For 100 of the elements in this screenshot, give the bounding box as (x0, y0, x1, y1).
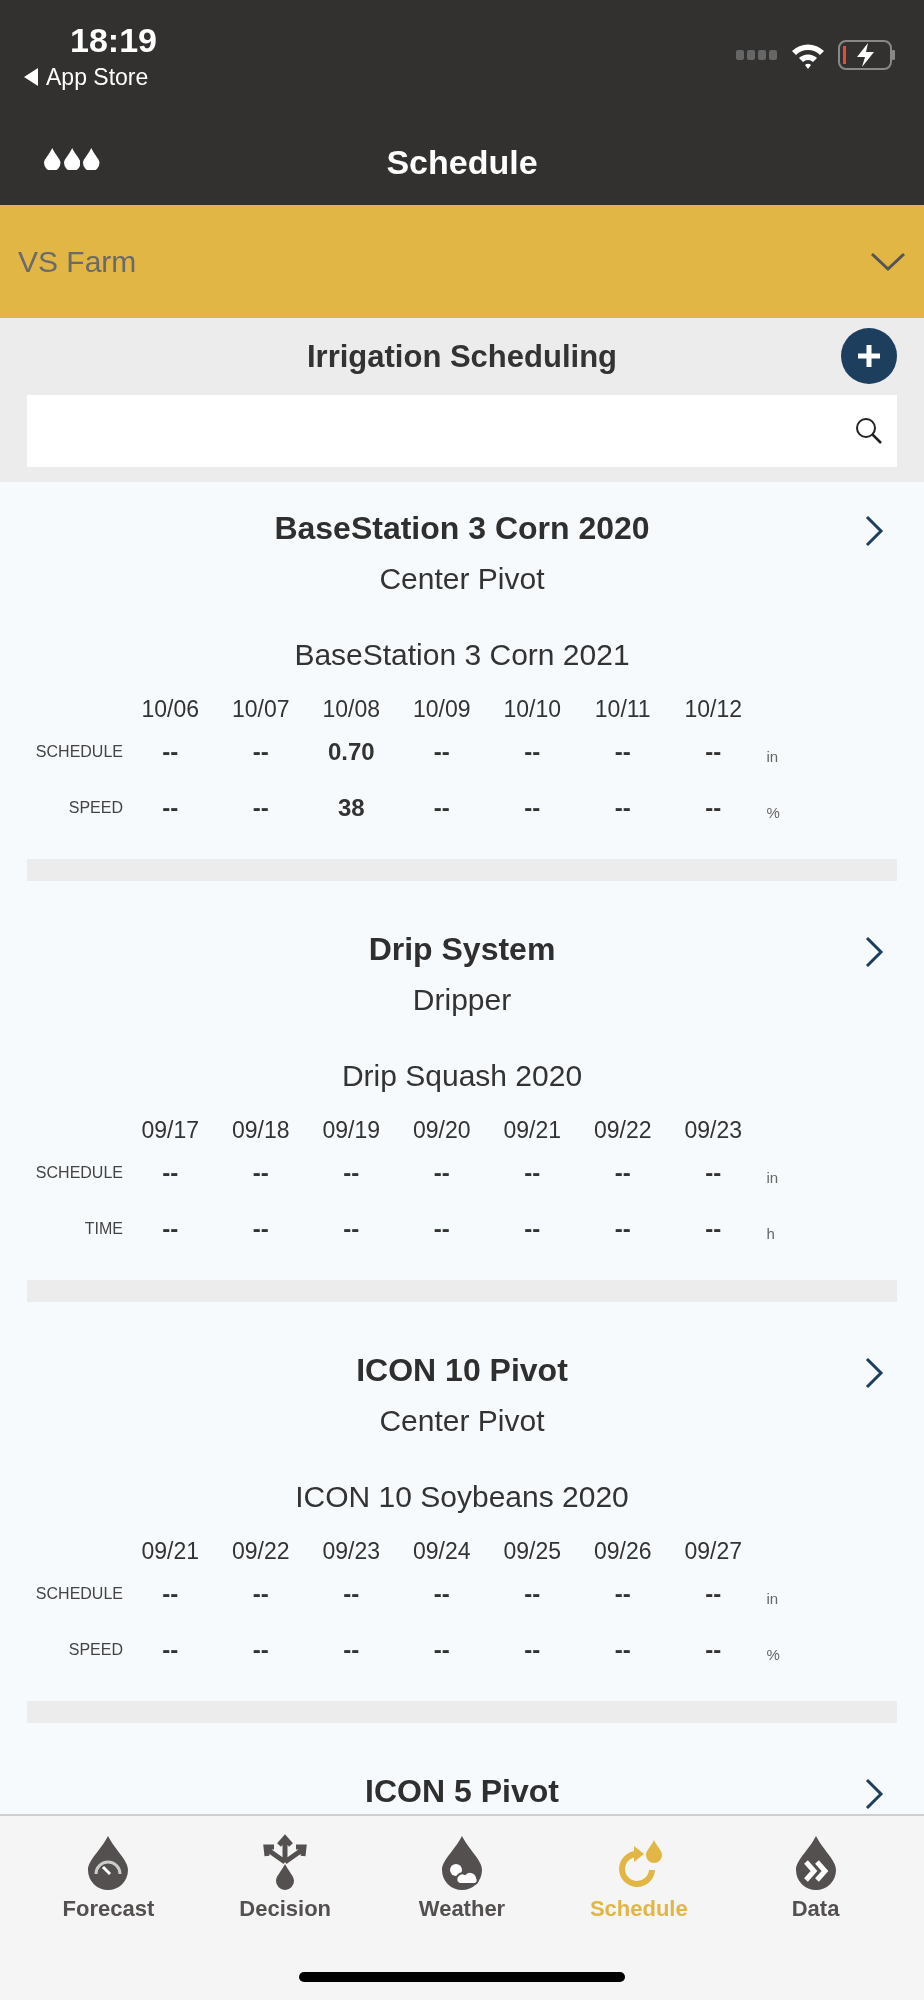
unit-label: % (765, 802, 781, 821)
schedule-value: -- (523, 1159, 542, 1187)
schedule-value: -- (161, 738, 180, 766)
schedule-value: -- (342, 1636, 361, 1664)
schedule-value: -- (704, 738, 723, 766)
tab-bar-item[interactable]: Weather (387, 1826, 537, 1930)
tab-bar-item[interactable]: Forecast (33, 1826, 184, 1930)
schedule-value: -- (342, 1580, 361, 1608)
date-label: 09/21 (140, 1537, 201, 1565)
date-label: 10/11 (593, 695, 652, 723)
date-label: 09/27 (683, 1537, 744, 1565)
schedule-value: -- (161, 1159, 180, 1187)
chevron-right-icon (864, 935, 884, 969)
date-label: 09/25 (502, 1537, 563, 1565)
system-name: ICON 10 Pivot (356, 1351, 568, 1390)
open-system-button[interactable] (864, 1356, 884, 1390)
back-to-app-link[interactable]: App Store (24, 62, 149, 92)
date-label: 09/21 (502, 1116, 563, 1144)
tab-bar-item[interactable]: Data (740, 1826, 891, 1930)
schedule-value: -- (251, 738, 270, 766)
schedule-value: -- (704, 1215, 723, 1243)
unit-label: h (765, 1223, 776, 1242)
schedule-value: -- (523, 794, 542, 822)
plus-icon (856, 343, 882, 369)
date-label: 09/26 (592, 1537, 653, 1565)
schedule-value: -- (432, 1636, 451, 1664)
tab-bar-item[interactable]: Decision (210, 1826, 361, 1930)
schedule-value: -- (613, 738, 632, 766)
open-system-button[interactable] (864, 514, 884, 548)
schedule-value: -- (161, 1215, 180, 1243)
schedule-value: -- (613, 794, 632, 822)
date-label: 09/17 (140, 1116, 201, 1144)
schedule-value: -- (704, 794, 723, 822)
schedule-value: -- (251, 794, 270, 822)
unit-label: in (765, 1167, 780, 1186)
chevron-right-icon (864, 1777, 884, 1811)
row-label: SCHEDULE (34, 1164, 124, 1182)
schedule-value: -- (251, 1215, 270, 1243)
date-label: 09/23 (683, 1116, 744, 1144)
unit-label: in (765, 1588, 780, 1607)
schedule-value: -- (161, 1580, 180, 1608)
date-label: 10/08 (321, 695, 382, 723)
date-label: 10/12 (683, 695, 744, 723)
date-label: 09/18 (230, 1116, 291, 1144)
chevron-right-icon (864, 1356, 884, 1390)
schedule-value: -- (613, 1159, 632, 1187)
schedule-value: -- (161, 1636, 180, 1664)
row-label: SPEED (67, 1641, 124, 1659)
schedule-value: -- (161, 794, 180, 822)
back-triangle-icon (24, 68, 38, 86)
date-label: 10/09 (411, 695, 472, 723)
schedule-value: -- (613, 1580, 632, 1608)
schedule-name: BaseStation 3 Corn 2021 (294, 637, 630, 673)
schedule-value: -- (432, 1580, 451, 1608)
schedule-value: -- (523, 738, 542, 766)
schedule-value: -- (251, 1159, 270, 1187)
signal-icon (736, 50, 778, 60)
schedule-value: -- (432, 1159, 451, 1187)
date-label: 10/06 (140, 695, 201, 723)
date-label: 09/22 (230, 1537, 291, 1565)
drop-icon (83, 148, 100, 170)
chevron-right-icon (864, 514, 884, 548)
schedule-value: -- (523, 1215, 542, 1243)
schedule-value: -- (432, 738, 451, 766)
schedule-value: -- (523, 1580, 542, 1608)
date-label: 09/20 (411, 1116, 472, 1144)
system-name: BaseStation 3 Corn 2020 (274, 509, 650, 548)
add-button[interactable] (841, 328, 897, 384)
date-label: 09/19 (321, 1116, 382, 1144)
schedule-value: -- (432, 794, 451, 822)
system-type: Center Pivot (379, 1403, 545, 1439)
schedule-value: 38 (336, 794, 366, 822)
schedule-name: Drip Squash 2020 (341, 1058, 583, 1094)
schedule-value: -- (613, 1215, 632, 1243)
search-field[interactable] (27, 395, 897, 467)
schedule-value: -- (704, 1580, 723, 1608)
open-system-button[interactable] (864, 1777, 884, 1811)
open-system-button[interactable] (864, 935, 884, 969)
row-label: SCHEDULE (34, 743, 124, 761)
section-title: Irrigation Scheduling (307, 338, 617, 375)
schedule-value: -- (704, 1636, 723, 1664)
date-label: 09/22 (592, 1116, 653, 1144)
date-label: 09/23 (321, 1537, 382, 1565)
row-label: SPEED (67, 799, 124, 817)
battery-charging-icon (838, 40, 896, 70)
unit-label: % (765, 1644, 781, 1663)
date-label: 09/24 (411, 1537, 472, 1565)
schedule-name: ICON 10 Soybeans 2020 (295, 1479, 629, 1515)
unit-label: in (765, 746, 780, 765)
system-name: ICON 5 Pivot (365, 1772, 559, 1811)
system-name: Drip System (368, 930, 556, 969)
schedule-value: 0.70 (326, 738, 376, 766)
drop-icon (44, 148, 61, 170)
schedule-value: -- (523, 1636, 542, 1664)
row-label: TIME (83, 1220, 124, 1238)
row-label: SCHEDULE (34, 1585, 124, 1603)
date-label: 10/10 (502, 695, 563, 723)
schedule-value: -- (704, 1159, 723, 1187)
screen-title: Schedule (386, 143, 538, 182)
drop-icon (63, 148, 80, 170)
